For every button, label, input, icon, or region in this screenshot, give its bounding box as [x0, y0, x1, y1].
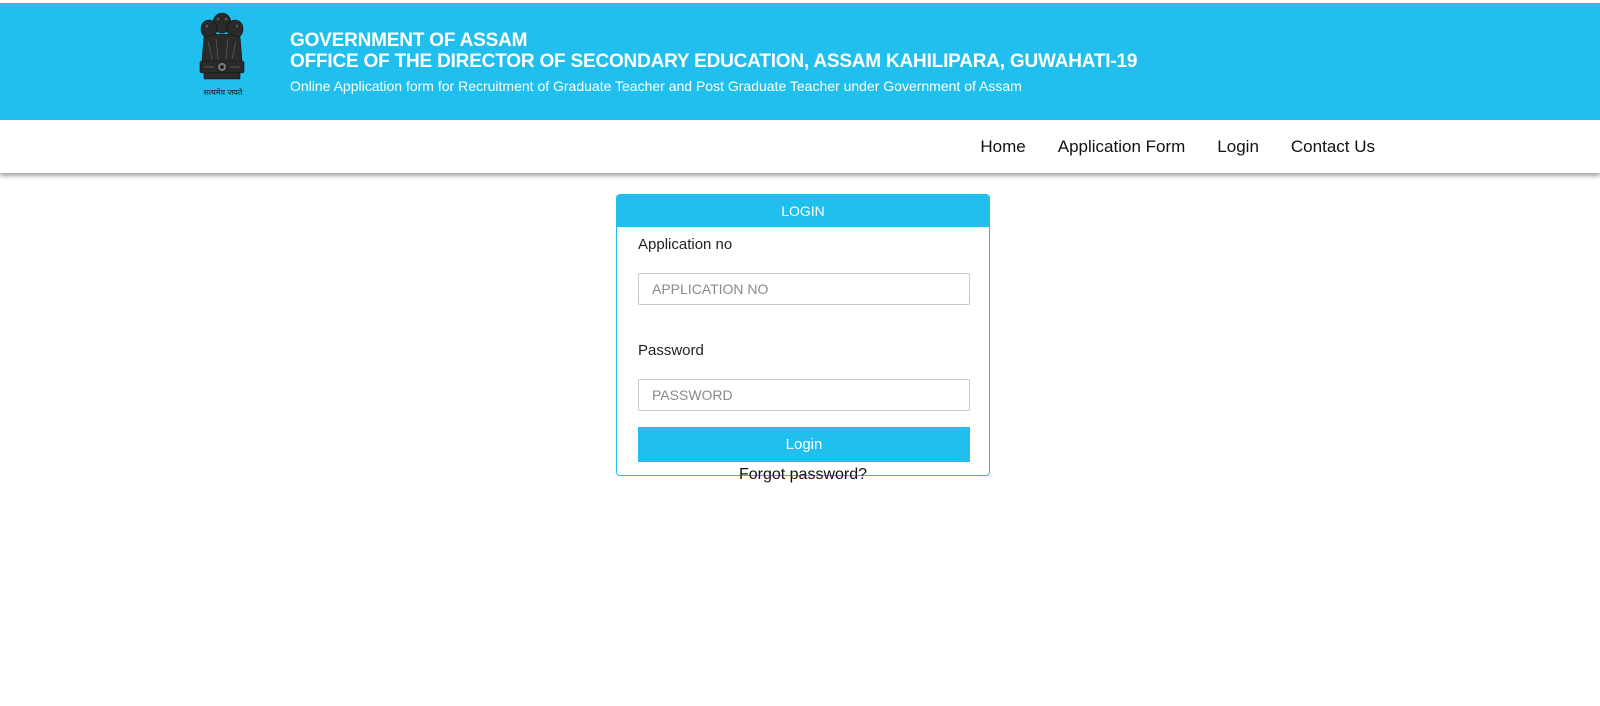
application-no-input[interactable] [638, 273, 970, 305]
login-button[interactable]: Login [638, 427, 970, 462]
application-no-label: Application no [638, 236, 733, 253]
login-card: LOGIN Application no Password Login Forg… [616, 194, 990, 483]
office-title: OFFICE OF THE DIRECTOR OF SECONDARY EDUC… [290, 51, 1138, 72]
forgot-password-link[interactable]: Forgot password? [638, 466, 968, 484]
banner-text: GOVERNMENT OF ASSAM OFFICE OF THE DIRECT… [290, 30, 1137, 95]
nav-item-application-form[interactable]: Application Form [1058, 137, 1186, 157]
page-title: GOVERNMENT OF ASSAM [290, 30, 528, 51]
login-form: Application no Password Login Forgot pas… [617, 236, 989, 484]
nav-item-home[interactable]: Home [980, 137, 1025, 157]
main-navbar: Home Application Form Login Contact Us [0, 120, 1600, 173]
header-banner: सत्यमेव जयते GOVERNMENT OF ASSAM OFFICE … [0, 3, 1600, 120]
login-card-header: LOGIN [617, 195, 989, 227]
nav-item-login[interactable]: Login [1217, 137, 1259, 157]
password-label: Password [638, 342, 704, 359]
page-subtitle: Online Application form for Recruitment … [290, 78, 1022, 94]
emblem-motto: सत्यमेव जयते [203, 88, 243, 97]
nav-links: Home Application Form Login Contact Us [948, 120, 1375, 173]
password-input[interactable] [638, 379, 970, 411]
nav-item-contact-us[interactable]: Contact Us [1291, 137, 1375, 157]
